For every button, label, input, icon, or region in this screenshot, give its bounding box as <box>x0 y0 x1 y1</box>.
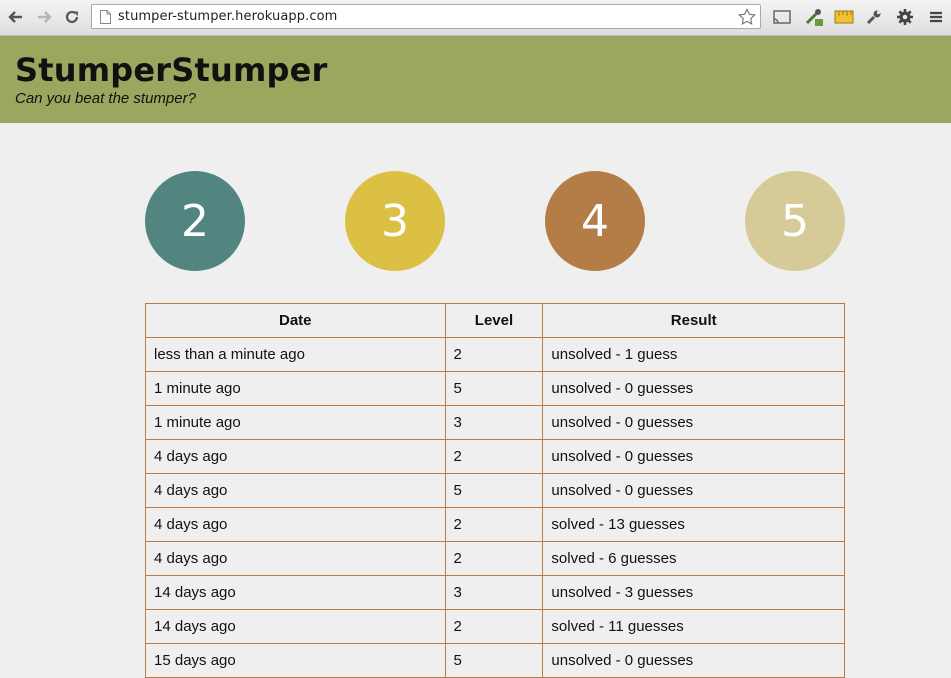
result-cell: unsolved - 1 guess <box>542 337 845 372</box>
gear-icon[interactable] <box>894 7 916 27</box>
result-column-header: Result <box>542 303 845 338</box>
ruler-extension-icon[interactable] <box>833 7 855 27</box>
browser-toolbar: stumper-stumper.herokuapp.com <box>0 0 951 36</box>
level-column-header: Level <box>444 303 544 338</box>
result-cell: unsolved - 0 guesses <box>542 473 845 508</box>
date-cell: 1 minute ago <box>145 371 446 406</box>
result-cell: solved - 6 guesses <box>542 541 845 576</box>
result-cell: unsolved - 0 guesses <box>542 439 845 474</box>
level-cell: 2 <box>444 439 544 474</box>
result-cell: solved - 13 guesses <box>542 507 845 542</box>
date-cell: 14 days ago <box>145 609 446 644</box>
date-cell: 15 days ago <box>145 643 446 678</box>
back-button[interactable] <box>6 7 26 27</box>
menu-icon[interactable] <box>925 7 947 27</box>
level-3-button[interactable]: 3 <box>345 171 445 271</box>
result-cell: solved - 11 guesses <box>542 609 845 644</box>
forward-arrow-icon <box>38 11 52 23</box>
level-cell: 2 <box>444 507 544 542</box>
header-row: Date Level Result <box>145 303 845 338</box>
reload-icon <box>65 10 79 24</box>
table-row: 15 days ago 5 unsolved - 0 guesses <box>145 643 845 678</box>
table-row: 4 days ago 2 solved - 13 guesses <box>145 507 845 542</box>
cast-icon[interactable] <box>771 7 793 27</box>
table-row: 1 minute ago 3 unsolved - 0 guesses <box>145 405 845 440</box>
level-cell: 5 <box>444 473 544 508</box>
level-cell: 3 <box>444 405 544 440</box>
result-cell: unsolved - 0 guesses <box>542 371 845 406</box>
wrench-icon[interactable] <box>863 7 885 27</box>
level-cell: 2 <box>444 541 544 576</box>
table-row: 1 minute ago 5 unsolved - 0 guesses <box>145 371 845 406</box>
result-cell: unsolved - 0 guesses <box>542 643 845 678</box>
date-cell: less than a minute ago <box>145 337 446 372</box>
date-cell: 4 days ago <box>145 473 446 508</box>
table-row: 4 days ago 5 unsolved - 0 guesses <box>145 473 845 508</box>
bookmark-star-icon[interactable] <box>738 8 756 31</box>
url-text: stumper-stumper.herokuapp.com <box>118 9 338 24</box>
result-cell: unsolved - 3 guesses <box>542 575 845 610</box>
site-header: StumperStumper Can you beat the stumper? <box>0 36 951 123</box>
eyedropper-extension-icon[interactable] <box>803 7 825 27</box>
table-row: 14 days ago 3 unsolved - 3 guesses <box>145 575 845 610</box>
table-row: 4 days ago 2 unsolved - 0 guesses <box>145 439 845 474</box>
level-5-button[interactable]: 5 <box>745 171 845 271</box>
history-table: Date Level Result less than a minute ago… <box>145 303 845 678</box>
date-cell: 14 days ago <box>145 575 446 610</box>
address-bar[interactable]: stumper-stumper.herokuapp.com <box>91 4 761 29</box>
table-row: 4 days ago 2 solved - 6 guesses <box>145 541 845 576</box>
date-cell: 4 days ago <box>145 541 446 576</box>
reload-button[interactable] <box>62 7 82 27</box>
date-cell: 4 days ago <box>145 507 446 542</box>
site-title[interactable]: StumperStumper <box>15 51 328 89</box>
table-row: less than a minute ago 2 unsolved - 1 gu… <box>145 337 845 372</box>
level-cell: 5 <box>444 371 544 406</box>
forward-button[interactable] <box>34 7 54 27</box>
level-cell: 2 <box>444 337 544 372</box>
level-cell: 2 <box>444 609 544 644</box>
date-cell: 1 minute ago <box>145 405 446 440</box>
back-arrow-icon <box>8 11 22 23</box>
page-icon <box>100 10 111 29</box>
level-cell: 5 <box>444 643 544 678</box>
date-column-header: Date <box>145 303 446 338</box>
date-cell: 4 days ago <box>145 439 446 474</box>
site-tagline: Can you beat the stumper? <box>15 90 196 107</box>
result-cell: unsolved - 0 guesses <box>542 405 845 440</box>
level-4-button[interactable]: 4 <box>545 171 645 271</box>
table-row: 14 days ago 2 solved - 11 guesses <box>145 609 845 644</box>
level-cell: 3 <box>444 575 544 610</box>
level-2-button[interactable]: 2 <box>145 171 245 271</box>
